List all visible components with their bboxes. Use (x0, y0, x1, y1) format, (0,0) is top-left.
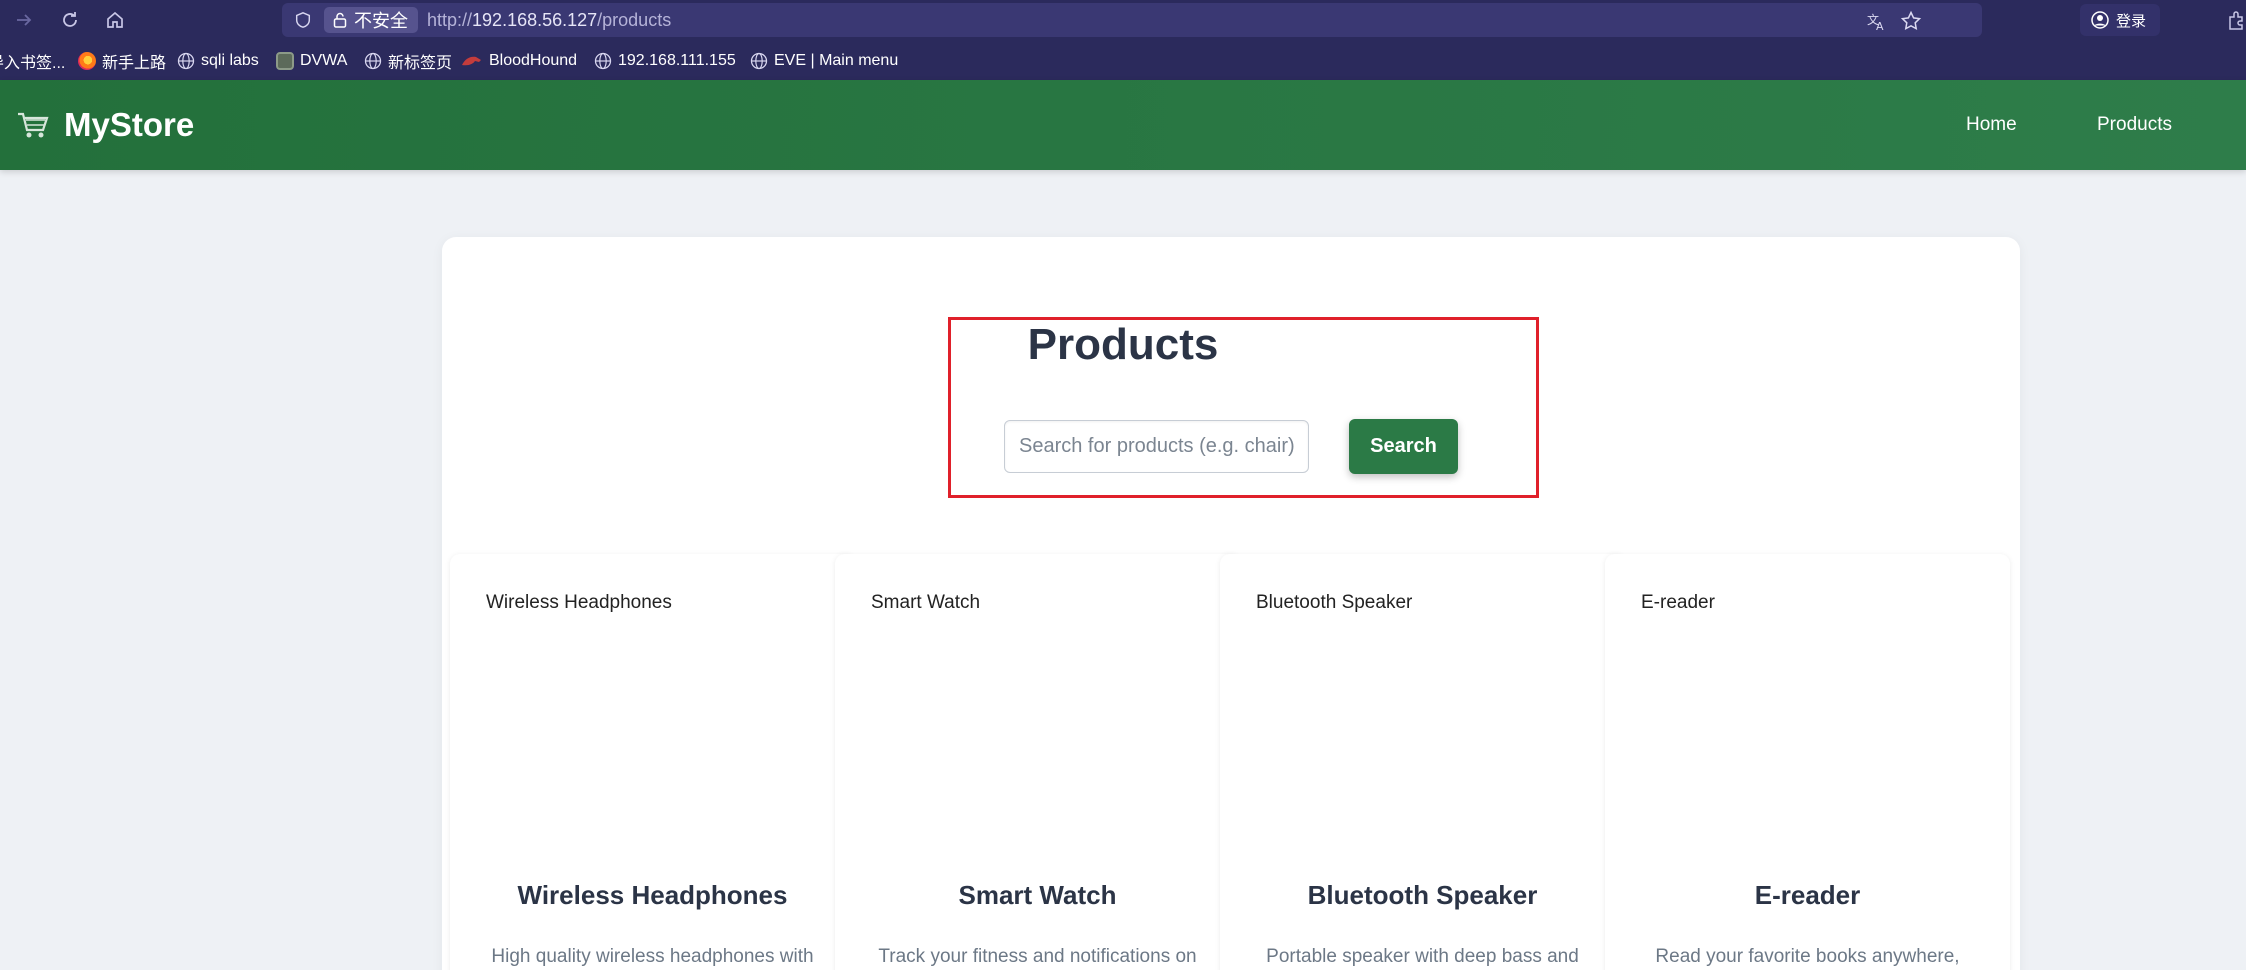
nav-home-link[interactable]: Home (1966, 114, 2017, 136)
page-title: Products (1027, 320, 1219, 369)
product-image-alt: Smart Watch (871, 592, 981, 613)
bookmark-item[interactable]: 新手上路 (78, 50, 166, 72)
search-input[interactable] (1004, 420, 1309, 473)
forward-button[interactable] (10, 6, 38, 34)
reload-button[interactable] (56, 6, 84, 34)
reload-icon (63, 12, 77, 27)
translate-icon[interactable]: 文A (1866, 10, 1888, 32)
bookmark-label: EVE | Main menu (774, 52, 899, 69)
product-image-alt: Bluetooth Speaker (1256, 592, 1413, 613)
bookmark-item[interactable]: 192.168.111.155 (594, 50, 736, 72)
bookmark-star-icon[interactable] (1900, 10, 1922, 32)
address-bar[interactable]: 不安全 http://192.168.56.127/products 文A (282, 3, 1982, 37)
insecure-label: 不安全 (354, 11, 408, 31)
extensions-icon[interactable] (2226, 9, 2246, 31)
bookmark-item[interactable]: DVWA (276, 50, 347, 72)
arrow-right-icon (17, 14, 32, 26)
product-card[interactable]: Wireless Headphones Wireless Headphones … (450, 554, 855, 970)
bookmark-item[interactable]: 新标签页 (364, 50, 452, 72)
globe-icon (594, 52, 612, 70)
site-brand[interactable]: MyStore (64, 106, 194, 144)
bookmark-label: 导入书签... (0, 55, 66, 72)
bookmark-item[interactable]: BloodHound (461, 50, 577, 72)
bookmark-item[interactable]: 导入书签... (0, 50, 65, 72)
globe-icon (364, 52, 382, 70)
home-button[interactable] (101, 6, 129, 34)
bookmark-item[interactable]: sqli labs (177, 50, 259, 72)
product-image-alt: E-reader (1641, 592, 1715, 613)
insecure-connection-badge[interactable]: 不安全 (324, 7, 418, 33)
bloodhound-icon (462, 56, 481, 66)
bookmark-item[interactable]: EVE | Main menu (750, 50, 898, 72)
dvwa-icon (276, 52, 294, 70)
search-button[interactable]: Search (1349, 419, 1458, 474)
product-grid: Wireless Headphones Wireless Headphones … (450, 554, 2012, 970)
site-header: MyStore Home Products (0, 80, 2246, 170)
bookmark-label: 新标签页 (388, 55, 453, 72)
product-name[interactable]: Smart Watch (835, 880, 1240, 911)
svg-text:A: A (1876, 20, 1884, 32)
login-label: 登录 (2116, 12, 2147, 30)
user-circle-icon (2091, 11, 2109, 29)
product-description: Read your favorite books anywhere, (1655, 946, 1960, 967)
product-name[interactable]: E-reader (1605, 880, 2010, 911)
bookmarks-bar: 导入书签... 新手上路 sqli labs DVWA 新标签页 BloodHo… (0, 40, 2246, 80)
shopping-cart-icon (18, 112, 49, 138)
url-host: 192.168.56.127 (472, 10, 598, 30)
bookmark-label: BloodHound (489, 52, 578, 69)
url-path: /products (597, 10, 672, 30)
url-text[interactable]: http://192.168.56.127/products (427, 10, 671, 31)
nav-products-link[interactable]: Products (2097, 114, 2172, 136)
browser-toolbar: 不安全 http://192.168.56.127/products 文A 登录 (0, 0, 2246, 40)
product-card[interactable]: E-reader E-reader Read your favorite boo… (1605, 554, 2010, 970)
product-description: Portable speaker with deep bass and (1266, 946, 1579, 967)
bookmark-label: 新手上路 (102, 55, 167, 72)
product-name[interactable]: Wireless Headphones (450, 880, 855, 911)
product-image-alt: Wireless Headphones (486, 592, 672, 613)
product-card[interactable]: Smart Watch Smart Watch Track your fitne… (835, 554, 1240, 970)
login-button[interactable]: 登录 (2080, 4, 2161, 36)
unlocked-lock-icon (333, 12, 347, 28)
home-icon (107, 11, 123, 28)
product-card[interactable]: Bluetooth Speaker Bluetooth Speaker Port… (1220, 554, 1625, 970)
firefox-icon (78, 52, 96, 70)
product-description: High quality wireless headphones with (491, 946, 814, 967)
bookmark-label: 192.168.111.155 (618, 52, 736, 69)
globe-icon (750, 52, 768, 70)
globe-icon (177, 52, 195, 70)
bookmark-label: DVWA (300, 52, 348, 69)
bookmark-label: sqli labs (201, 52, 259, 69)
product-description: Track your fitness and notifications on (878, 946, 1197, 967)
shield-icon[interactable] (294, 11, 312, 29)
product-name[interactable]: Bluetooth Speaker (1220, 880, 1625, 911)
